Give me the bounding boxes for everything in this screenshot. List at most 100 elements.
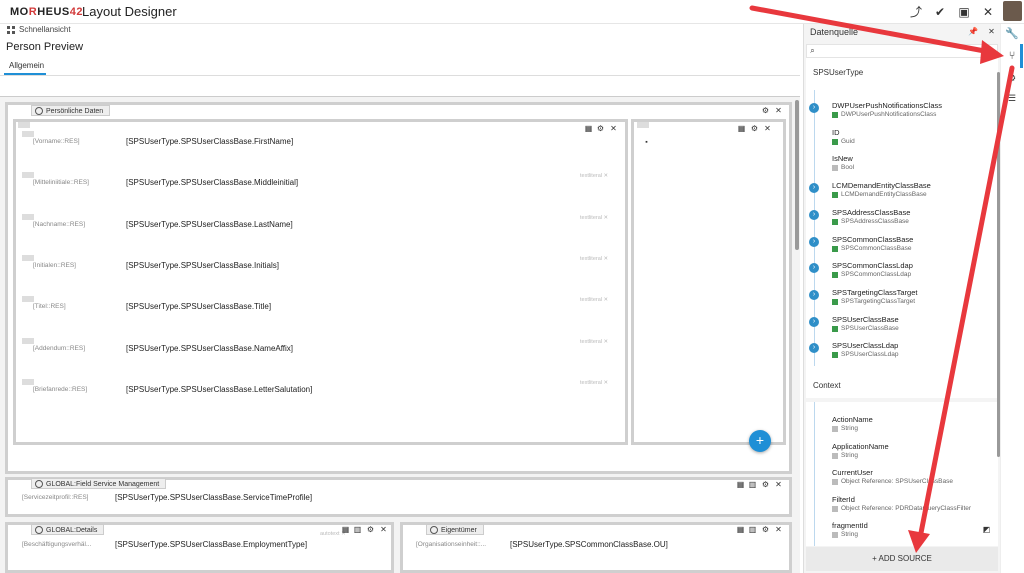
field-tag[interactable]: textliteral ✕ [580, 256, 608, 262]
share-icon[interactable]: ⤴ [909, 5, 923, 19]
tree-node-type: LCMDemandEntityClassBase [832, 191, 927, 199]
tree-node-name[interactable]: CurrentUser [832, 468, 873, 477]
tree-node-name[interactable]: SPSTargetingClassTarget [832, 288, 917, 297]
section-title-chip[interactable]: GLOBAL:Field Service Management [31, 478, 167, 489]
tree-node-type: SPSUserClassBase [832, 325, 899, 332]
pin-icon[interactable]: 📌 [968, 27, 978, 36]
tree-line [814, 402, 815, 546]
double-check-icon[interactable]: ✔ [933, 5, 947, 19]
field-binding[interactable]: [SPSUserType.SPSCommonClassBase.OU] [510, 540, 668, 549]
close-icon[interactable]: ✕ [981, 5, 995, 19]
close-icon[interactable]: ✕ [774, 106, 783, 115]
section-title-chip[interactable]: Eigentümer [426, 524, 484, 535]
app-logo: MORHEUS42 [10, 6, 83, 18]
field-tag[interactable]: textliteral ✕ [580, 339, 608, 345]
gear-icon[interactable]: ⚙ [750, 124, 759, 133]
field-label: [Beschäftigungsverhäl... [22, 541, 92, 548]
column-left[interactable] [13, 119, 628, 445]
close-icon[interactable]: ✕ [609, 124, 618, 133]
layout-icon[interactable]: ▦ [737, 124, 746, 133]
layout-icon[interactable]: ▦ [584, 124, 593, 133]
gear-icon[interactable]: ⚙ [761, 106, 770, 115]
wrench-icon[interactable]: 🔧 [1004, 26, 1020, 42]
close-icon[interactable]: ✕ [774, 480, 783, 489]
tree-node-name[interactable]: SPSAddressClassBase [832, 208, 910, 217]
layout-icon[interactable]: ▦ [736, 525, 745, 534]
field-tag[interactable]: textliteral ✕ [580, 297, 608, 303]
layout-icon[interactable]: ▦ [341, 525, 350, 534]
field-binding[interactable]: [SPSUserType.SPSUserClassBase.Title] [126, 302, 271, 311]
tree-node-name[interactable]: FilterId [832, 495, 855, 504]
column-right[interactable] [631, 119, 786, 445]
expand-node-icon[interactable]: › [809, 236, 819, 247]
expand-node-icon[interactable]: › [809, 289, 819, 300]
field-binding[interactable]: [SPSUserType.SPSUserClassBase.LastName] [126, 220, 293, 229]
drag-handle[interactable] [22, 254, 34, 261]
quick-view-label[interactable]: Schnellansicht [19, 25, 71, 34]
field-tag[interactable]: textliteral ✕ [580, 215, 608, 221]
drag-handle[interactable] [22, 213, 34, 220]
gear-icon[interactable]: ⚙ [761, 480, 770, 489]
drag-handle[interactable] [637, 122, 649, 128]
edit-icon[interactable]: ◩ [982, 525, 991, 534]
drag-handle[interactable] [22, 131, 34, 137]
layout-icon[interactable]: ▦ [736, 480, 745, 489]
tree-node-name[interactable]: ID [832, 128, 840, 137]
section-title-chip[interactable]: Persönliche Daten [31, 105, 111, 116]
columns-icon[interactable]: ▥ [353, 525, 362, 534]
tree-node-name[interactable]: SPSUserClassLdap [832, 341, 898, 350]
columns-icon[interactable]: ▥ [748, 480, 757, 489]
field-tag[interactable]: textliteral ✕ [580, 380, 608, 386]
hierarchy-icon[interactable]: ⑂ [1004, 48, 1020, 64]
datasource-search[interactable] [806, 44, 998, 58]
tree-node-type: Object Reference: PDRDataQueryClassFilte… [832, 505, 971, 512]
add-source-button[interactable]: + ADD SOURCE [806, 547, 998, 571]
canvas-scrollbar[interactable] [795, 100, 799, 250]
tree-node-name[interactable]: IsNew [832, 154, 853, 163]
tree-node-name[interactable]: SPSUserClassBase [832, 315, 899, 324]
expand-node-icon[interactable]: › [809, 103, 819, 113]
drag-handle[interactable] [22, 337, 34, 344]
tree-node-name[interactable]: DWPUserPushNotificationsClass [832, 101, 942, 110]
tree-node-name[interactable]: ApplicationName [832, 442, 889, 451]
field-binding[interactable]: [SPSUserType.SPSUserClassBase.Middleinit… [126, 178, 298, 187]
save-icon[interactable]: ▣ [957, 5, 971, 19]
avatar[interactable] [1003, 1, 1022, 21]
add-field-button[interactable]: + [749, 430, 771, 452]
drag-handle[interactable] [22, 378, 34, 385]
field-binding[interactable]: [SPSUserType.SPSUserClassBase.FirstName] [126, 137, 293, 146]
field-binding[interactable]: [SPSUserType.SPSUserClassBase.Initials] [126, 261, 279, 270]
close-icon[interactable]: ✕ [763, 124, 772, 133]
tree-node-name[interactable]: SPSCommonClassLdap [832, 261, 913, 270]
gear-icon[interactable]: ⚙ [596, 124, 605, 133]
expand-node-icon[interactable]: › [809, 209, 819, 220]
field-label: [Briefanrede::RES] [33, 385, 88, 393]
tree-node-name[interactable]: ActionName [832, 415, 873, 424]
drag-handle[interactable] [18, 122, 30, 128]
field-binding[interactable]: [SPSUserType.SPSUserClassBase.ServiceTim… [115, 493, 312, 502]
field-binding[interactable]: [SPSUserType.SPSUserClassBase.NameAffix] [126, 344, 293, 353]
gear-icon[interactable]: ⚙ [761, 525, 770, 534]
expand-node-icon[interactable]: › [809, 316, 819, 327]
field-binding[interactable]: [SPSUserType.SPSUserClassBase.Employment… [115, 540, 307, 549]
close-icon[interactable]: ✕ [774, 525, 783, 534]
drag-handle[interactable] [22, 296, 34, 303]
tree-node-name[interactable]: LCMDemandEntityClassBase [832, 181, 931, 190]
tree-node-name[interactable]: SPSCommonClassBase [832, 235, 913, 244]
tree-node-type: String [832, 452, 858, 459]
settings-icon[interactable]: ⚙ [1004, 70, 1020, 86]
close-icon[interactable]: ✕ [987, 27, 996, 36]
sliders-icon[interactable]: ☰ [1004, 90, 1020, 106]
close-icon[interactable]: ✕ [379, 525, 388, 534]
tree-node-name[interactable]: fragmentId [832, 521, 868, 530]
tree-node-type: SPSCommonClassLdap [832, 271, 911, 279]
drag-handle[interactable] [22, 172, 34, 179]
columns-icon[interactable]: ▥ [748, 525, 757, 534]
field-tag[interactable]: textliteral ✕ [580, 173, 608, 179]
tree-node-type-label: Guid [841, 137, 855, 145]
field-binding[interactable]: [SPSUserType.SPSUserClassBase.LetterSalu… [126, 385, 312, 394]
section-title-chip[interactable]: GLOBAL:Details [31, 524, 105, 535]
gear-icon[interactable]: ⚙ [366, 525, 375, 534]
type-badge-icon [832, 218, 838, 225]
field-label: [Vorname::RES] [33, 138, 80, 145]
